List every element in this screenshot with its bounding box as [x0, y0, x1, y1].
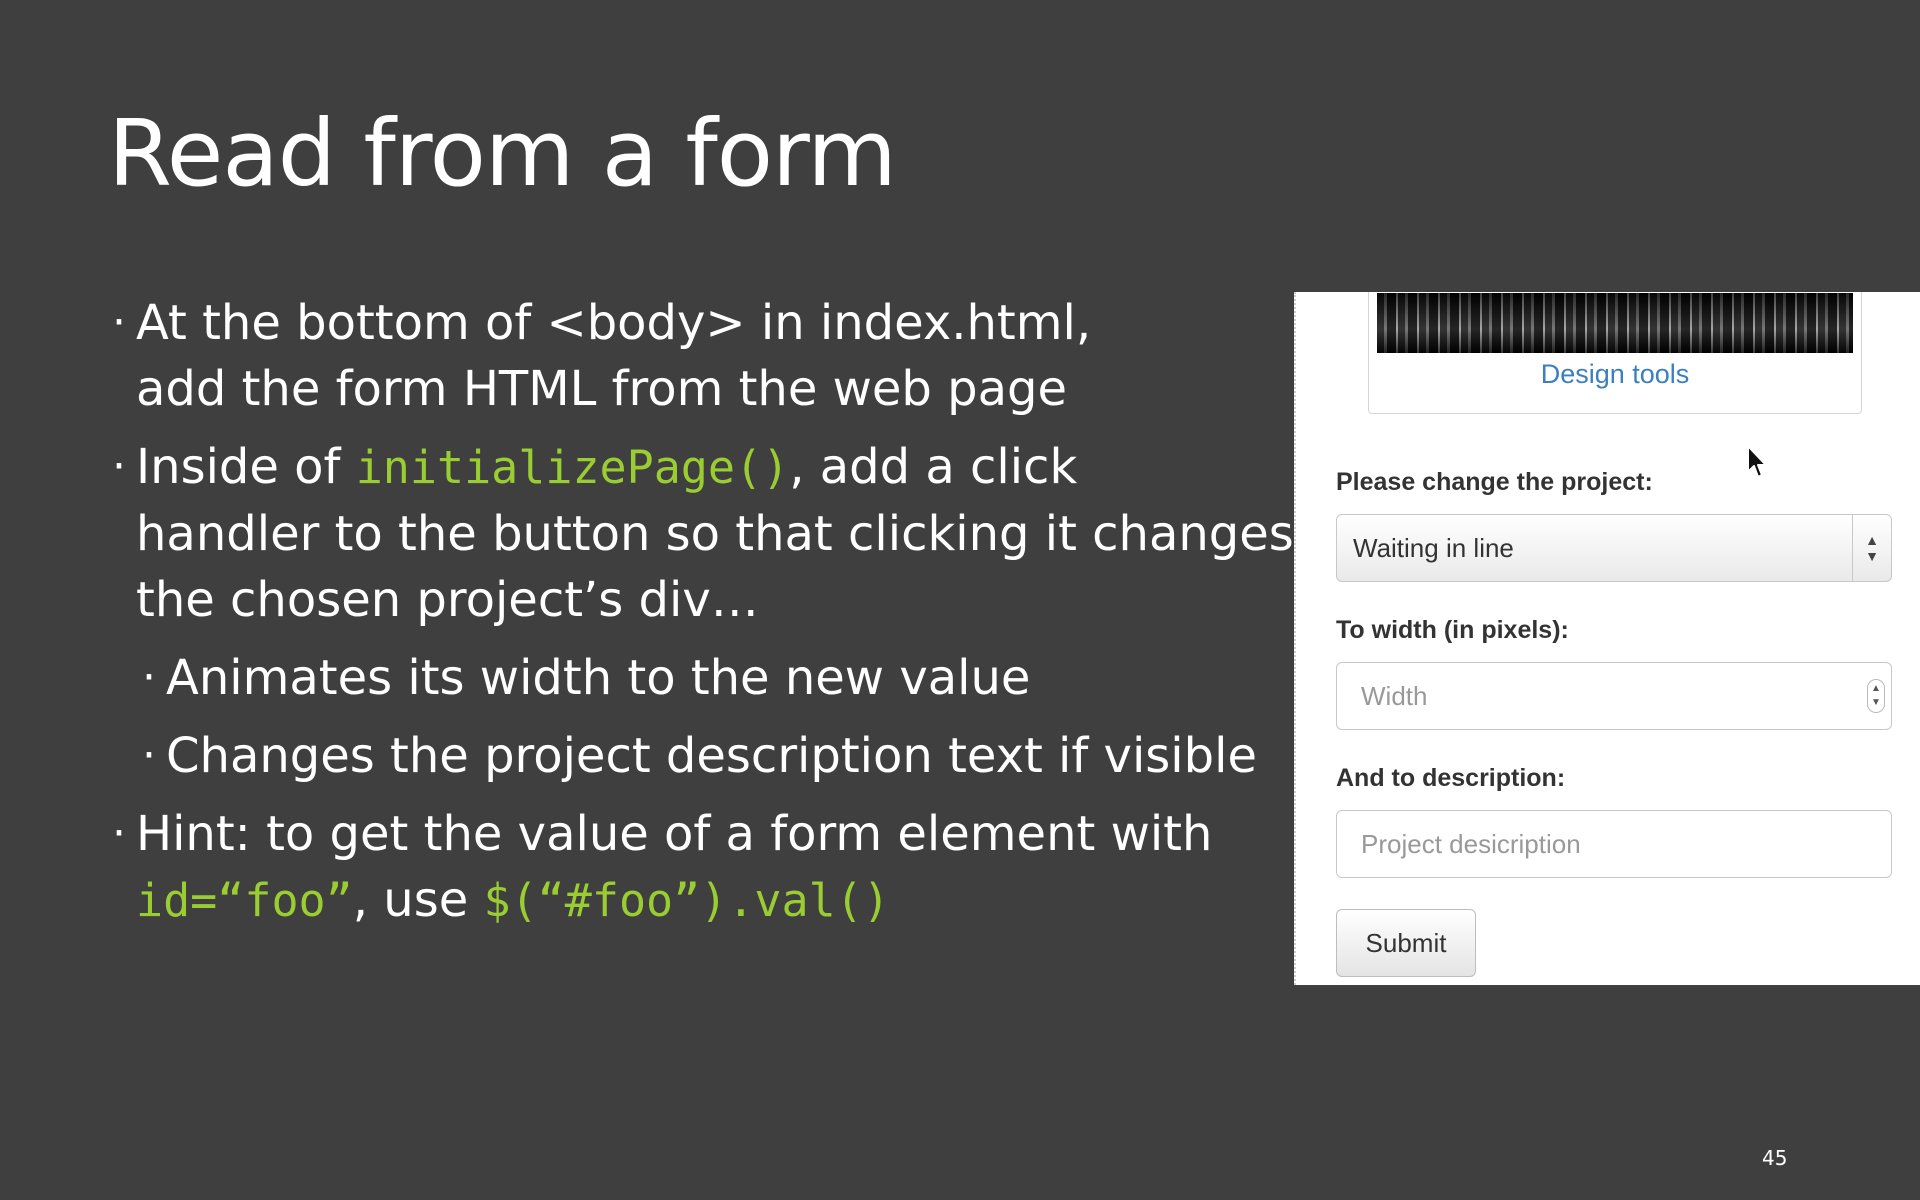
bullet-text: Animates its width to the new value [166, 650, 1031, 706]
slide-title: Read from a form [108, 100, 897, 207]
page-number: 45 [1762, 1146, 1788, 1170]
bullet-text-line: Inside of initializePage(), add a click [136, 434, 1262, 501]
description-input-label: And to description: [1336, 764, 1566, 792]
code-snippet: initializePage() [355, 441, 790, 494]
bullet-text: , use [352, 872, 484, 928]
width-input[interactable]: Width ▲ ▼ [1336, 662, 1892, 730]
bullet-text: add the form HTML from the web page [136, 361, 1068, 417]
project-thumbnail-image [1377, 293, 1853, 353]
sub-bullet-animate-width: Animates its width to the new value [142, 645, 1262, 711]
bullet-text: At the bottom of <body> in index.html, [136, 295, 1092, 351]
width-input-placeholder: Width [1361, 681, 1428, 711]
project-select-value: Waiting in line [1353, 533, 1514, 563]
description-input[interactable]: Project desicription [1336, 810, 1892, 878]
bullet-text: the chosen project’s div… [136, 572, 759, 628]
spinner-arrows-icon[interactable]: ▲ ▼ [1867, 679, 1885, 713]
bullet-text-line: id=“foo”, use $(“#foo”).val() [136, 867, 1262, 934]
bullet-list: At the bottom of <body> in index.html, a… [112, 290, 1294, 934]
description-input-placeholder: Project desicription [1361, 829, 1581, 859]
mouse-pointer-icon [1747, 445, 1767, 478]
bullet-text: Changes the project description text if … [166, 728, 1257, 784]
submit-button[interactable]: Submit [1336, 909, 1476, 977]
bullet-item-form-html: At the bottom of <body> in index.html, a… [112, 290, 1262, 422]
project-select-label: Please change the project: [1336, 468, 1653, 496]
chevron-up-down-icon: ▲ ▼ [1852, 515, 1891, 581]
project-thumbnail-link[interactable]: Design tools [1369, 359, 1861, 390]
form-screenshot-panel: Design tools Please change the project: … [1294, 292, 1920, 985]
bullet-item-click-handler: Inside of initializePage(), add a click … [112, 434, 1294, 633]
code-snippet: id=“foo” [136, 874, 353, 927]
bullet-text: Inside of [136, 439, 356, 495]
bullet-text: , add a click [789, 439, 1078, 495]
width-input-label: To width (in pixels): [1336, 616, 1569, 644]
code-snippet: $(“#foo”).val() [483, 874, 890, 927]
bullet-text: Hint: to get the value of a form element… [136, 806, 1213, 862]
project-select[interactable]: Waiting in line ▲ ▼ [1336, 514, 1892, 582]
sub-bullet-change-description: Changes the project description text if … [142, 723, 1262, 789]
bullet-text: handler to the button so that clicking i… [136, 506, 1294, 562]
project-thumbnail-card[interactable]: Design tools [1368, 292, 1862, 414]
bullet-item-hint: Hint: to get the value of a form element… [112, 801, 1262, 934]
